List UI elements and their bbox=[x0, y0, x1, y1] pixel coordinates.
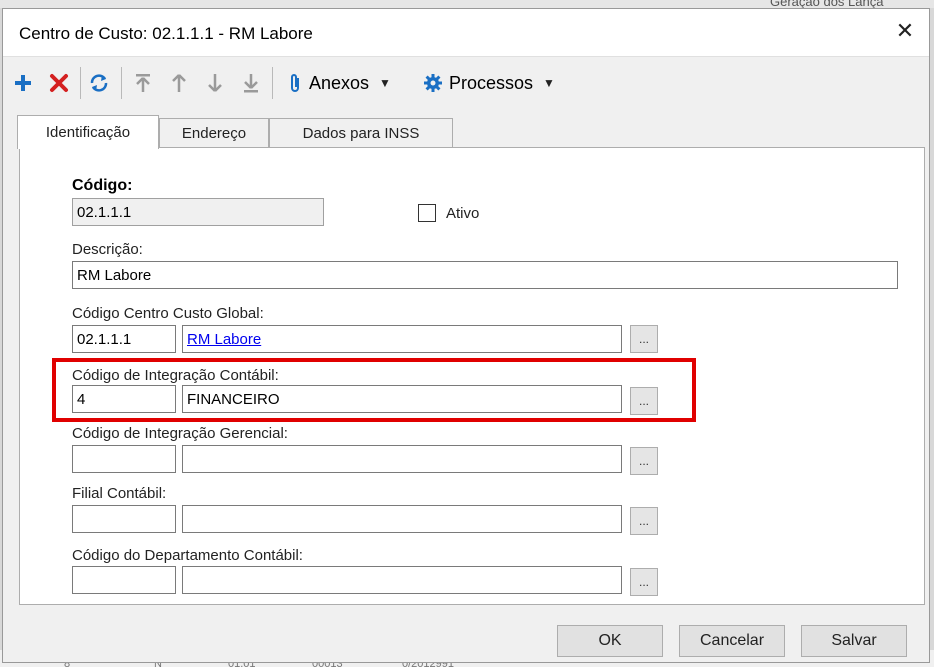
processos-label: Processos bbox=[449, 72, 534, 93]
centro-custo-global-code-input[interactable]: 02.1.1.1 bbox=[72, 325, 176, 353]
move-first-button[interactable] bbox=[131, 69, 155, 97]
departamento-contabil-lookup-button[interactable]: ... bbox=[630, 568, 658, 596]
move-last-button[interactable] bbox=[239, 69, 263, 97]
integracao-gerencial-label: Código de Integração Gerencial: bbox=[72, 425, 288, 442]
toolbar: Anexos ▼ Processos ▼ bbox=[3, 56, 929, 107]
title-bar: Centro de Custo: 02.1.1.1 - RM Labore ✕ bbox=[3, 9, 929, 56]
descricao-input[interactable]: RM Labore bbox=[72, 261, 898, 289]
integracao-contabil-name-field: FINANCEIRO bbox=[182, 385, 622, 413]
chevron-down-icon: ▼ bbox=[543, 76, 555, 90]
departamento-contabil-label: Código do Departamento Contábil: bbox=[72, 547, 303, 564]
paperclip-icon bbox=[291, 74, 299, 92]
toolbar-separator bbox=[272, 67, 273, 99]
anexos-label: Anexos bbox=[309, 72, 370, 93]
close-icon[interactable]: ✕ bbox=[893, 19, 917, 43]
filial-contabil-code-input[interactable] bbox=[72, 505, 176, 533]
arrow-bottom-icon bbox=[244, 74, 258, 93]
toolbar-separator bbox=[80, 67, 81, 99]
integracao-gerencial-name-field bbox=[182, 445, 622, 473]
add-button[interactable] bbox=[11, 69, 35, 97]
delete-button[interactable] bbox=[47, 69, 71, 97]
save-button[interactable]: Salvar bbox=[801, 625, 907, 657]
descricao-label: Descrição: bbox=[72, 241, 143, 258]
centro-custo-global-label: Código Centro Custo Global: bbox=[72, 305, 264, 322]
arrow-down-icon bbox=[208, 74, 222, 92]
cancel-button[interactable]: Cancelar bbox=[679, 625, 785, 657]
codigo-field[interactable]: 02.1.1.1 bbox=[72, 198, 324, 226]
dialog-window: Centro de Custo: 02.1.1.1 - RM Labore ✕ bbox=[2, 8, 930, 663]
departamento-contabil-code-input[interactable] bbox=[72, 566, 176, 594]
tab-dados-inss[interactable]: Dados para INSS bbox=[269, 118, 453, 148]
filial-contabil-label: Filial Contábil: bbox=[72, 485, 167, 502]
integracao-contabil-label: Código de Integração Contábil: bbox=[72, 367, 279, 384]
tab-endereco[interactable]: Endereço bbox=[159, 118, 269, 148]
chevron-down-icon: ▼ bbox=[379, 76, 391, 90]
delete-x-icon bbox=[50, 74, 68, 92]
refresh-button[interactable] bbox=[87, 69, 111, 97]
move-up-button[interactable] bbox=[167, 69, 191, 97]
anexos-menu-button[interactable]: Anexos ▼ bbox=[287, 69, 391, 97]
integracao-gerencial-code-input[interactable] bbox=[72, 445, 176, 473]
filial-contabil-lookup-button[interactable]: ... bbox=[630, 507, 658, 535]
integracao-gerencial-lookup-button[interactable]: ... bbox=[630, 447, 658, 475]
arrow-up-icon bbox=[172, 74, 186, 92]
identificacao-panel: Código: 02.1.1.1 Ativo Descrição: RM Lab… bbox=[19, 147, 925, 605]
processos-menu-button[interactable]: Processos ▼ bbox=[423, 69, 555, 97]
centro-custo-global-name-field: RM Labore bbox=[182, 325, 622, 353]
integracao-contabil-code-input[interactable]: 4 bbox=[72, 385, 176, 413]
move-down-button[interactable] bbox=[203, 69, 227, 97]
integracao-contabil-lookup-button[interactable]: ... bbox=[630, 387, 658, 415]
ok-button[interactable]: OK bbox=[557, 625, 663, 657]
centro-custo-global-lookup-button[interactable]: ... bbox=[630, 325, 658, 353]
codigo-label: Código: bbox=[72, 177, 133, 194]
plus-icon bbox=[15, 75, 31, 91]
ativo-label: Ativo bbox=[446, 205, 480, 222]
departamento-contabil-name-field bbox=[182, 566, 622, 594]
refresh-icon bbox=[90, 74, 108, 92]
centro-custo-global-link[interactable]: RM Labore bbox=[187, 331, 261, 348]
gear-icon bbox=[424, 74, 442, 92]
window-title: Centro de Custo: 02.1.1.1 - RM Labore bbox=[19, 24, 313, 43]
tab-identificacao[interactable]: Identificação bbox=[17, 115, 159, 149]
ativo-checkbox[interactable] bbox=[418, 204, 436, 222]
arrow-top-icon bbox=[136, 74, 150, 92]
filial-contabil-name-field bbox=[182, 505, 622, 533]
toolbar-separator bbox=[121, 67, 122, 99]
